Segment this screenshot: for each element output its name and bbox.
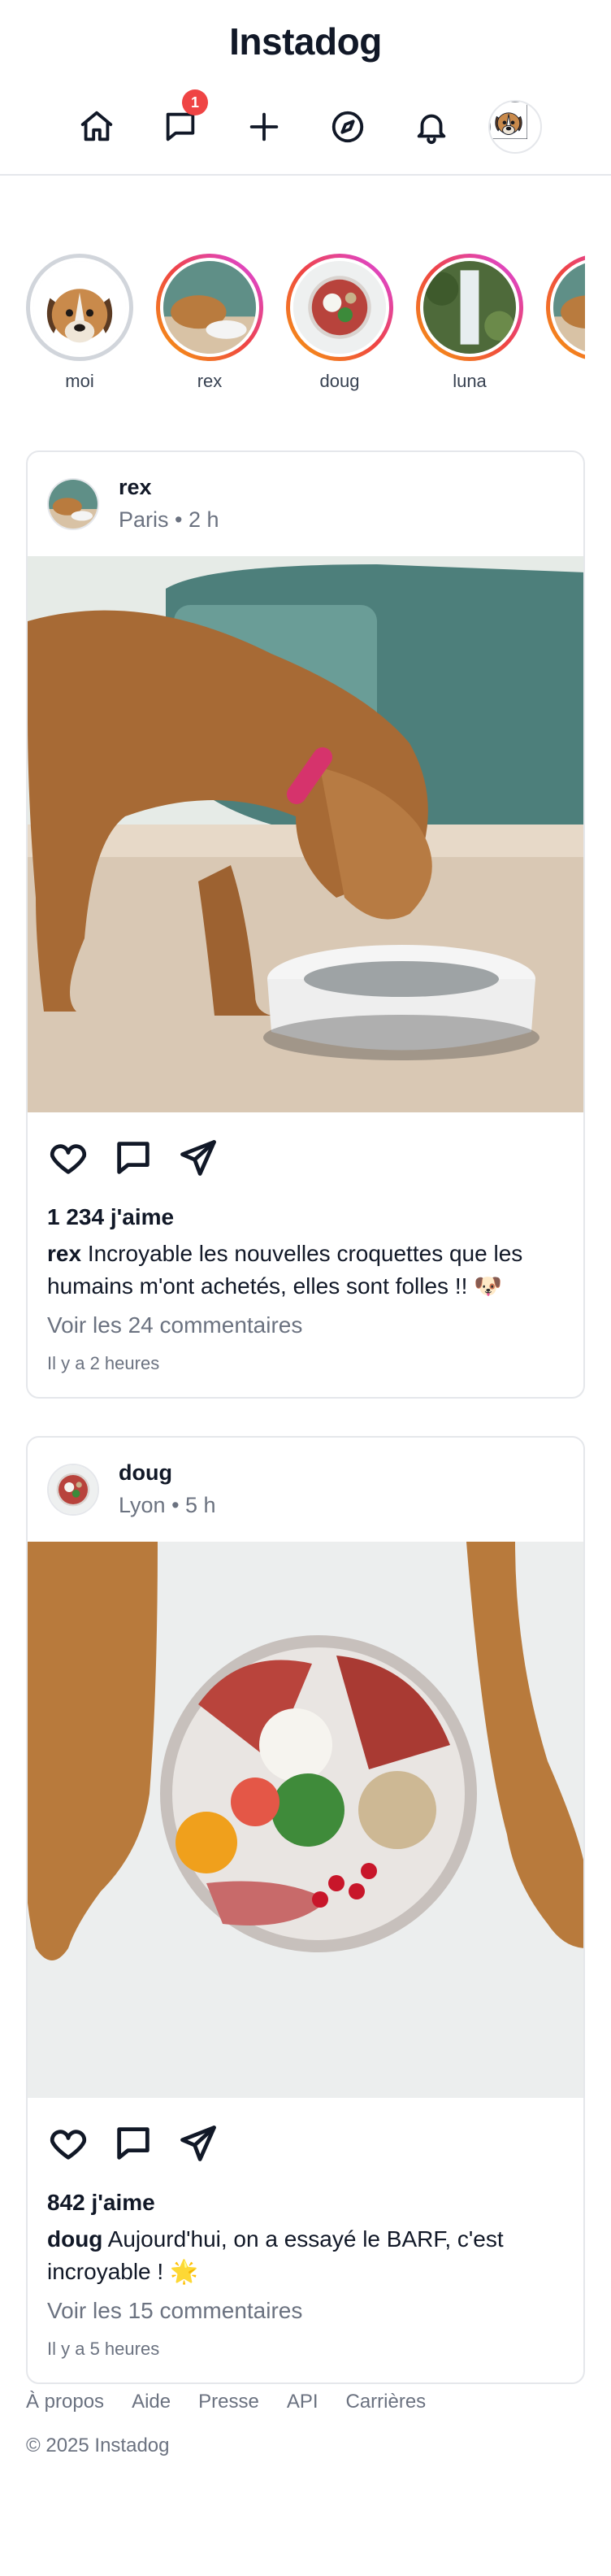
copyright-text: © 2025 Instadog [26,2435,170,2456]
post-timestamp: Il y a 2 heures [47,1353,160,1373]
story-item-doug[interactable]: doug [286,254,393,392]
avatar [488,100,542,154]
post-caption: doug Aujourd'hui, on a essayé le BARF, c… [28,2220,583,2288]
story-label: doug [319,371,360,391]
avatar[interactable] [47,1464,99,1516]
footer-link-about[interactable]: À propos [26,2391,104,2413]
post-image[interactable] [28,556,585,1112]
share-button[interactable] [176,1135,221,1181]
like-button[interactable] [46,2121,91,2166]
post-caption: rex Incroyable les nouvelles croquettes … [28,1234,583,1303]
story-ring [286,254,393,361]
footer-link-help[interactable]: Aide [132,2391,171,2413]
post-age: 5 h [185,1493,216,1517]
footer-link-api[interactable]: API [287,2391,318,2413]
nav-messages-button[interactable]: 1 [148,89,213,159]
nav-profile-button[interactable] [483,94,548,159]
post-username[interactable]: rex [119,475,152,500]
comment-icon [117,2127,150,2160]
meta-separator: • [175,507,188,532]
page-footer: À propos Aide Presse API Carrières © 202… [26,2391,585,2457]
heart-icon [50,1144,87,1174]
like-count: 842 j'aime [47,2190,155,2215]
view-comments-link[interactable]: Voir les 15 commentaires [28,2288,583,2327]
footer-link-press[interactable]: Presse [198,2391,259,2413]
view-comments-link[interactable]: Voir les 24 commentaires [28,1303,583,1342]
story-ring [546,254,585,361]
story-item-moi[interactable]: moi [26,254,133,392]
story-label: moi [65,371,94,391]
nav-create-button[interactable] [232,94,297,159]
home-icon [80,111,113,141]
caption-text: Incroyable les nouvelles croquettes que … [47,1241,523,1299]
stories-bar: moi rex doug luna m [26,254,585,400]
post-card-rex: rex Paris • 2 h 1 234 j'aime rex Incroya… [26,450,585,1399]
avatar[interactable] [47,478,99,530]
post-meta: Lyon • 5 h [119,1493,216,1518]
caption-username[interactable]: doug [47,2226,102,2252]
footer-links: À propos Aide Presse API Carrières [26,2391,585,2413]
meta-separator: • [171,1493,186,1517]
post-image[interactable] [28,1542,585,2098]
comment-button[interactable] [110,1135,156,1181]
story-ring [156,254,263,361]
post-header: rex Paris • 2 h [28,452,583,556]
heart-icon [50,2130,87,2160]
story-label: rex [197,371,223,391]
story-label: m [546,371,585,392]
post-actions [28,1112,583,1200]
story-ring [416,254,523,361]
footer-link-careers[interactable]: Carrières [346,2391,427,2413]
main-nav: 1 [0,89,611,159]
top-header: Instadog 1 [0,0,611,176]
post-meta: Paris • 2 h [119,507,219,533]
plus-icon [249,112,279,141]
post-age: 2 h [188,507,219,532]
send-icon [180,1140,216,1176]
like-button[interactable] [46,1135,91,1181]
compass-icon [332,111,364,143]
send-icon [180,2126,216,2161]
nav-explore-button[interactable] [315,94,380,159]
app-logo[interactable]: Instadog [0,20,611,63]
story-item-luna[interactable]: luna [416,254,523,392]
story-item-rex[interactable]: rex [156,254,263,392]
share-button[interactable] [176,2121,221,2166]
caption-username[interactable]: rex [47,1241,81,1266]
post-location: Lyon [119,1493,166,1517]
post-actions [28,2098,583,2186]
messages-badge: 1 [182,89,208,115]
nav-notifications-button[interactable] [399,94,464,159]
like-count: 1 234 j'aime [47,1204,175,1229]
caption-text: Aujourd'hui, on a essayé le BARF, c'est … [47,2226,504,2284]
post-timestamp: Il y a 5 heures [47,2339,160,2359]
post-card-doug: doug Lyon • 5 h 842 j'aime doug Aujourd'… [26,1436,585,2384]
post-location: Paris [119,507,169,532]
post-header: doug Lyon • 5 h [28,1438,583,1542]
comment-button[interactable] [110,2121,156,2166]
nav-home-button[interactable] [64,94,129,159]
story-ring [26,254,133,361]
story-label: luna [453,371,487,391]
bell-icon [417,114,446,145]
story-item-m[interactable]: m [546,254,585,392]
comment-icon [117,1142,150,1174]
post-username[interactable]: doug [119,1460,172,1486]
